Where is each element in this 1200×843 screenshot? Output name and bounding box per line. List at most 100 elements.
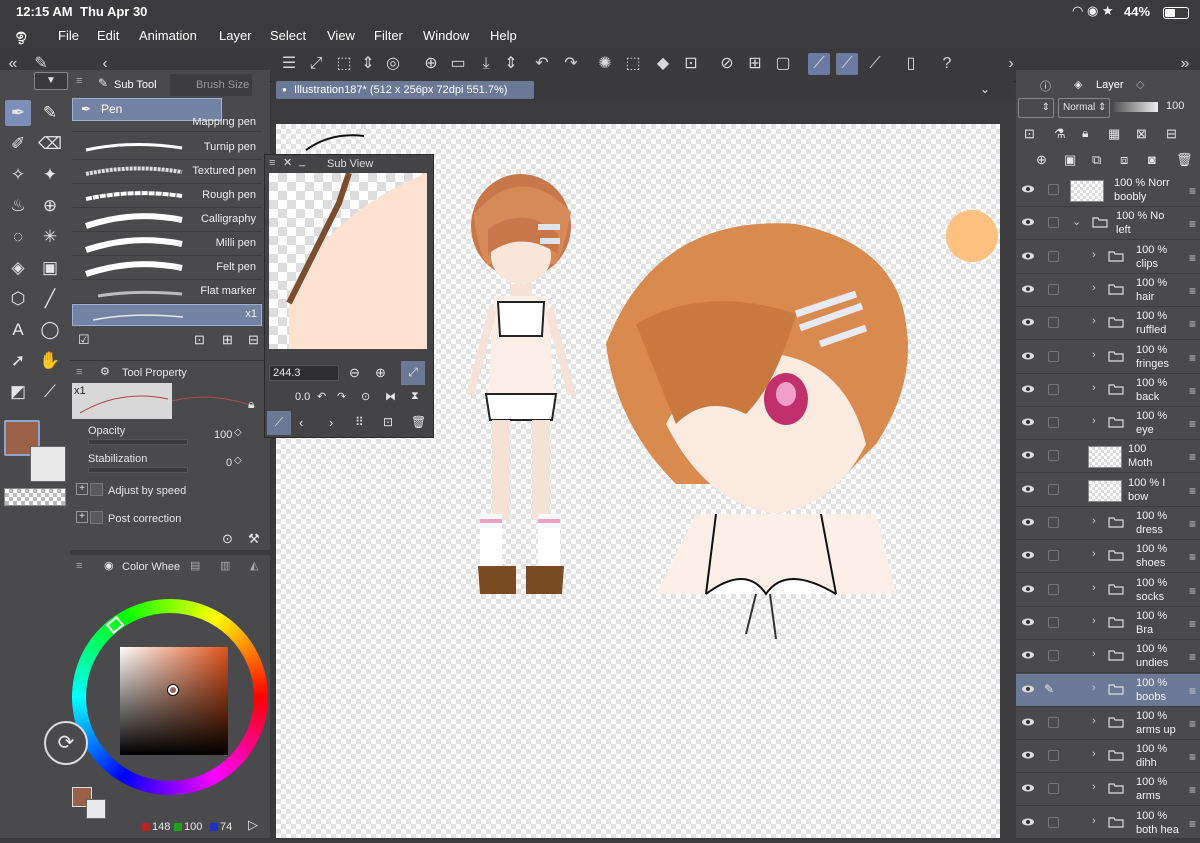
menu-help[interactable]: Help [490, 28, 517, 43]
layer-select-checkbox[interactable] [1048, 417, 1059, 429]
operation-tool-icon[interactable]: ➚ [5, 348, 31, 374]
visibility-eye-icon[interactable] [1021, 482, 1035, 496]
layer-select-checkbox[interactable] [1048, 783, 1059, 795]
saturation-value-square[interactable] [120, 647, 228, 755]
grid-snap-icon[interactable]: ⟋ [864, 53, 886, 75]
visibility-eye-icon[interactable] [1021, 249, 1035, 263]
layer-row[interactable]: 100 % Ibow ≡ [1016, 474, 1200, 507]
sub-color-mini-swatch[interactable] [86, 799, 106, 819]
zoom-stepper-icon[interactable]: ⇕ [357, 53, 379, 75]
folder-collapsed-chevron-icon[interactable]: › [1092, 715, 1096, 727]
subview-navigator-icon[interactable]: ⤢ [401, 361, 425, 385]
folder-collapsed-chevron-icon[interactable]: › [1092, 682, 1096, 694]
post-correction-checkbox[interactable] [90, 511, 103, 524]
layer-drag-handle-icon[interactable]: ≡ [1189, 817, 1196, 831]
opacity-stepper-icon[interactable]: ◇ [234, 427, 242, 438]
brush-calligraphy[interactable]: Calligraphy [72, 208, 262, 232]
canvas-fit-icon[interactable]: ⤢ [305, 53, 327, 75]
brush-milli-pen[interactable]: Milli pen [72, 232, 262, 256]
layer-search-tab-icon[interactable]: ◇ [1136, 78, 1144, 91]
loading-icon[interactable]: ✺ [594, 53, 616, 75]
duplicate-layer-icon[interactable]: ⧉ [1092, 152, 1101, 168]
stabilization-slider[interactable] [88, 467, 188, 473]
decoration-tool-icon[interactable]: ✧ [5, 162, 31, 188]
subview-grid-icon[interactable]: ⠿ [355, 415, 364, 429]
subtool-copy-icon[interactable]: ⊡ [194, 332, 205, 348]
layer-row[interactable]: › 100 % fringes ≡ [1016, 341, 1200, 374]
canvas-rotate-icon[interactable]: ⬚ [333, 53, 355, 75]
layer-row[interactable]: ✎ › 100 % boobs ≡ [1016, 673, 1200, 707]
visibility-eye-icon[interactable] [1021, 648, 1035, 662]
app-logo-icon[interactable]: ඉ [16, 26, 27, 46]
lock-layer-icon[interactable]: 🔒︎ [1082, 126, 1088, 141]
layer-drag-handle-icon[interactable]: ≡ [1189, 450, 1196, 464]
canvas-tab[interactable]: ● Illustration187* (512 x 256px 72dpi 55… [276, 81, 534, 99]
subview-next-icon[interactable]: › [329, 415, 333, 430]
rotate-canvas-icon[interactable]: ⟳ [44, 721, 88, 765]
stabilization-value[interactable]: 0 [226, 457, 232, 469]
visibility-eye-icon[interactable] [1021, 448, 1035, 462]
redo-icon[interactable]: ↷ [560, 53, 582, 75]
subtool-delete-icon[interactable]: ⊟ [248, 332, 259, 348]
merge-down-icon[interactable]: ⧈ [1120, 152, 1128, 168]
tab-sub-tool[interactable]: Sub Tool [114, 74, 168, 96]
layer-drag-handle-icon[interactable]: ≡ [1189, 517, 1196, 531]
layer-drag-handle-icon[interactable]: ≡ [1189, 617, 1196, 631]
open-folder-icon[interactable]: ▭ [447, 53, 469, 75]
rotate-right-icon[interactable]: ↷ [337, 390, 346, 403]
menu-file[interactable]: File [58, 28, 79, 43]
tool-wrench-icon[interactable]: ⚒ [248, 531, 260, 547]
folder-collapsed-chevron-icon[interactable]: › [1092, 415, 1096, 427]
layer-row[interactable]: › 100 % ruffled ≡ [1016, 307, 1200, 341]
layer-drag-handle-icon[interactable]: ≡ [1189, 584, 1196, 598]
3d-tool-icon[interactable]: ⬡ [5, 286, 31, 312]
layer-drag-handle-icon[interactable]: ≡ [1189, 684, 1196, 698]
brush-rough-pen[interactable]: Rough pen [72, 184, 262, 208]
gradient-tool-icon[interactable]: ▣ [37, 255, 63, 281]
layer-select-checkbox[interactable] [1048, 450, 1059, 462]
sub-color-swatch[interactable] [30, 446, 66, 482]
layer-drag-handle-icon[interactable]: ≡ [1189, 284, 1196, 298]
layer-row[interactable]: › 100 % undies ≡ [1016, 640, 1200, 674]
folder-collapsed-chevron-icon[interactable]: › [1092, 315, 1096, 327]
reference-layer-icon[interactable]: ⚗ [1054, 126, 1066, 142]
layer-opacity-slider[interactable] [1114, 102, 1158, 112]
hamburger-menu-icon[interactable]: ☰ [278, 53, 300, 75]
brush-felt-pen[interactable]: Felt pen [72, 256, 262, 280]
layer-row[interactable]: › 100 % shoes ≡ [1016, 540, 1200, 574]
layer-select-checkbox[interactable] [1048, 750, 1059, 762]
ruler-snap-icon[interactable]: ⟋ [808, 53, 830, 75]
blend-tool-icon[interactable]: ♨ [5, 193, 31, 219]
layer-drag-handle-icon[interactable]: ≡ [1189, 184, 1196, 198]
subview-preview[interactable] [269, 173, 427, 349]
folder-collapsed-chevron-icon[interactable]: › [1092, 748, 1096, 760]
lock-icon[interactable]: 🔒︎ [248, 397, 254, 412]
folder-collapsed-chevron-icon[interactable]: › [1092, 648, 1096, 660]
layer-drag-handle-icon[interactable]: ≡ [1189, 484, 1196, 498]
subview-zoom-field[interactable]: 244.3 [269, 365, 339, 381]
brush-mapping-pen[interactable]: Mapping pen [72, 118, 262, 132]
globe-tool-icon[interactable]: ⊕ [37, 193, 63, 219]
menu-animation[interactable]: Animation [139, 28, 197, 43]
help-icon[interactable]: ? [936, 53, 958, 75]
subview-delete-icon[interactable]: 🗑︎ [411, 415, 426, 429]
invert-selection-icon[interactable]: ⊞ [744, 53, 766, 75]
visibility-eye-icon[interactable] [1021, 515, 1035, 529]
layer-drag-handle-icon[interactable]: ≡ [1189, 417, 1196, 431]
layer-row[interactable]: › 100 % Bra ≡ [1016, 607, 1200, 640]
record-icon[interactable]: ◎ [382, 53, 404, 75]
new-file-icon[interactable]: ⊕ [420, 53, 442, 75]
folder-collapsed-chevron-icon[interactable]: › [1092, 781, 1096, 793]
export-stepper-icon[interactable]: ⇕ [500, 53, 522, 75]
eyedropper-tool-icon[interactable]: ⟋ [37, 379, 63, 405]
layer-select-checkbox[interactable] [1048, 550, 1059, 562]
visibility-eye-icon[interactable] [1021, 781, 1035, 795]
menu-select[interactable]: Select [270, 28, 306, 43]
folder-collapsed-chevron-icon[interactable]: › [1092, 282, 1096, 294]
menu-filter[interactable]: Filter [374, 28, 403, 43]
approx-color-tab-icon[interactable]: ◭ [250, 559, 258, 572]
layer-row[interactable]: › 100 % hair ≡ [1016, 274, 1200, 307]
zoom-out-icon[interactable]: ⊖ [349, 365, 360, 381]
layer-row[interactable]: 100 % Norr boobly ≡ [1016, 174, 1200, 207]
visibility-eye-icon[interactable] [1021, 548, 1035, 562]
